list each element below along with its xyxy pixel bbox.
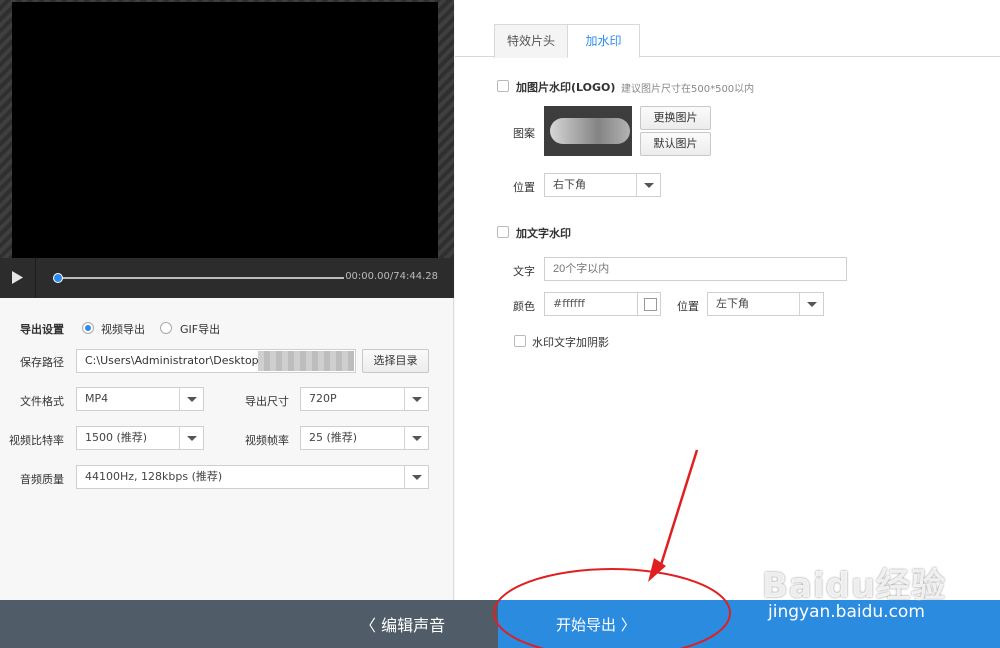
choose-directory-button[interactable]: 选择目录: [362, 349, 429, 373]
text-shadow-checkbox[interactable]: [514, 335, 526, 347]
export-settings-panel: 00:00.00/74:44.28 导出设置 视频导出 GIF导出 保存路径 C…: [0, 0, 454, 600]
chevron-down-icon: [179, 427, 203, 449]
file-format-label: 文件格式: [20, 395, 64, 408]
edit-audio-button[interactable]: 〈 编辑声音: [360, 612, 445, 636]
export-settings-heading: 导出设置: [20, 323, 64, 336]
radio-gif-export[interactable]: [160, 322, 172, 334]
tab-watermark[interactable]: 加水印: [567, 24, 640, 58]
baidu-jingyan-watermark: Baidu经验 jingyan.baidu.com: [762, 558, 962, 638]
logo-watermark-label: 加图片水印(LOGO): [516, 81, 616, 94]
default-image-button[interactable]: 默认图片: [640, 132, 711, 156]
chevron-down-icon: [179, 388, 203, 410]
play-icon: [12, 271, 23, 284]
framerate-value: 25 (推荐): [309, 431, 358, 444]
video-preview-area: 00:00.00/74:44.28: [0, 0, 454, 298]
color-value: #ffffff: [553, 297, 585, 310]
baidu-logo-text: Baidu经验: [762, 566, 947, 606]
text-position-select[interactable]: 左下角: [707, 292, 824, 316]
text-position-label: 位置: [677, 300, 699, 313]
start-export-label: 开始导出: [556, 616, 617, 634]
chevron-left-icon: 〈: [360, 616, 382, 635]
seek-handle[interactable]: [53, 273, 63, 283]
bitrate-select[interactable]: 1500 (推荐): [76, 426, 204, 450]
timecode: 00:00.00/74:44.28: [345, 271, 438, 282]
bitrate-label: 视频比特率: [9, 434, 64, 447]
text-position-value: 左下角: [716, 297, 749, 310]
color-input[interactable]: #ffffff: [544, 292, 638, 316]
video-preview: [12, 2, 438, 258]
export-size-select[interactable]: 720P: [300, 387, 429, 411]
text-shadow-label: 水印文字加阴影: [532, 336, 609, 349]
color-label: 颜色: [513, 300, 535, 313]
logo-position-value: 右下角: [553, 178, 586, 191]
file-format-value: MP4: [85, 392, 109, 405]
chevron-down-icon: [404, 466, 428, 488]
radio-video-export-label: 视频导出: [101, 323, 145, 336]
chevron-down-icon: [404, 427, 428, 449]
text-label: 文字: [513, 265, 535, 278]
play-button[interactable]: [0, 258, 36, 298]
chevron-down-icon: [799, 293, 823, 315]
edit-audio-label: 编辑声音: [381, 616, 446, 635]
audio-quality-select[interactable]: 44100Hz, 128kbps (推荐): [76, 465, 429, 489]
replace-image-button[interactable]: 更换图片: [640, 106, 711, 130]
export-settings-form: 导出设置 视频导出 GIF导出 保存路径 C:\Users\Administra…: [0, 298, 454, 600]
watermark-panel: 特效片头 加水印 加图片水印(LOGO) 建议图片尺寸在500*500以内 图案…: [455, 0, 1000, 600]
chevron-down-icon: [636, 174, 660, 196]
baidu-url-text: jingyan.baidu.com: [768, 602, 925, 622]
save-path-label: 保存路径: [20, 356, 64, 369]
radio-video-export[interactable]: [82, 322, 94, 334]
audio-quality-value: 44100Hz, 128kbps (推荐): [85, 470, 223, 483]
chevron-down-icon: [404, 388, 428, 410]
tab-intro-effects[interactable]: 特效片头: [494, 24, 568, 58]
start-export-content: 开始导出 〉: [556, 614, 636, 635]
tab-bar: 特效片头 加水印: [455, 0, 1000, 58]
export-size-value: 720P: [309, 392, 337, 405]
framerate-label: 视频帧率: [245, 434, 289, 447]
seek-bar[interactable]: [58, 277, 344, 279]
color-picker-button[interactable]: [637, 292, 661, 316]
logo-position-label: 位置: [513, 181, 535, 194]
audio-quality-label: 音频质量: [20, 473, 64, 486]
pattern-label: 图案: [513, 127, 535, 140]
player-controls: 00:00.00/74:44.28: [0, 258, 454, 298]
logo-watermark-checkbox[interactable]: [497, 80, 509, 92]
file-format-select[interactable]: MP4: [76, 387, 204, 411]
logo-size-hint: 建议图片尺寸在500*500以内: [621, 84, 755, 95]
watermark-text-input[interactable]: [544, 257, 847, 281]
bitrate-value: 1500 (推荐): [85, 431, 148, 444]
text-watermark-label: 加文字水印: [516, 227, 571, 240]
footer-left: 〈 编辑声音: [0, 600, 498, 648]
logo-preview-image: [544, 106, 632, 156]
text-watermark-checkbox[interactable]: [497, 226, 509, 238]
export-size-label: 导出尺寸: [245, 395, 289, 408]
framerate-select[interactable]: 25 (推荐): [300, 426, 429, 450]
chevron-right-icon: 〉: [616, 616, 636, 634]
redacted-path: [258, 351, 354, 371]
logo-position-select[interactable]: 右下角: [544, 173, 661, 197]
radio-gif-export-label: GIF导出: [180, 323, 221, 336]
save-path-value: C:\Users\Administrator\Desktop: [85, 354, 259, 367]
